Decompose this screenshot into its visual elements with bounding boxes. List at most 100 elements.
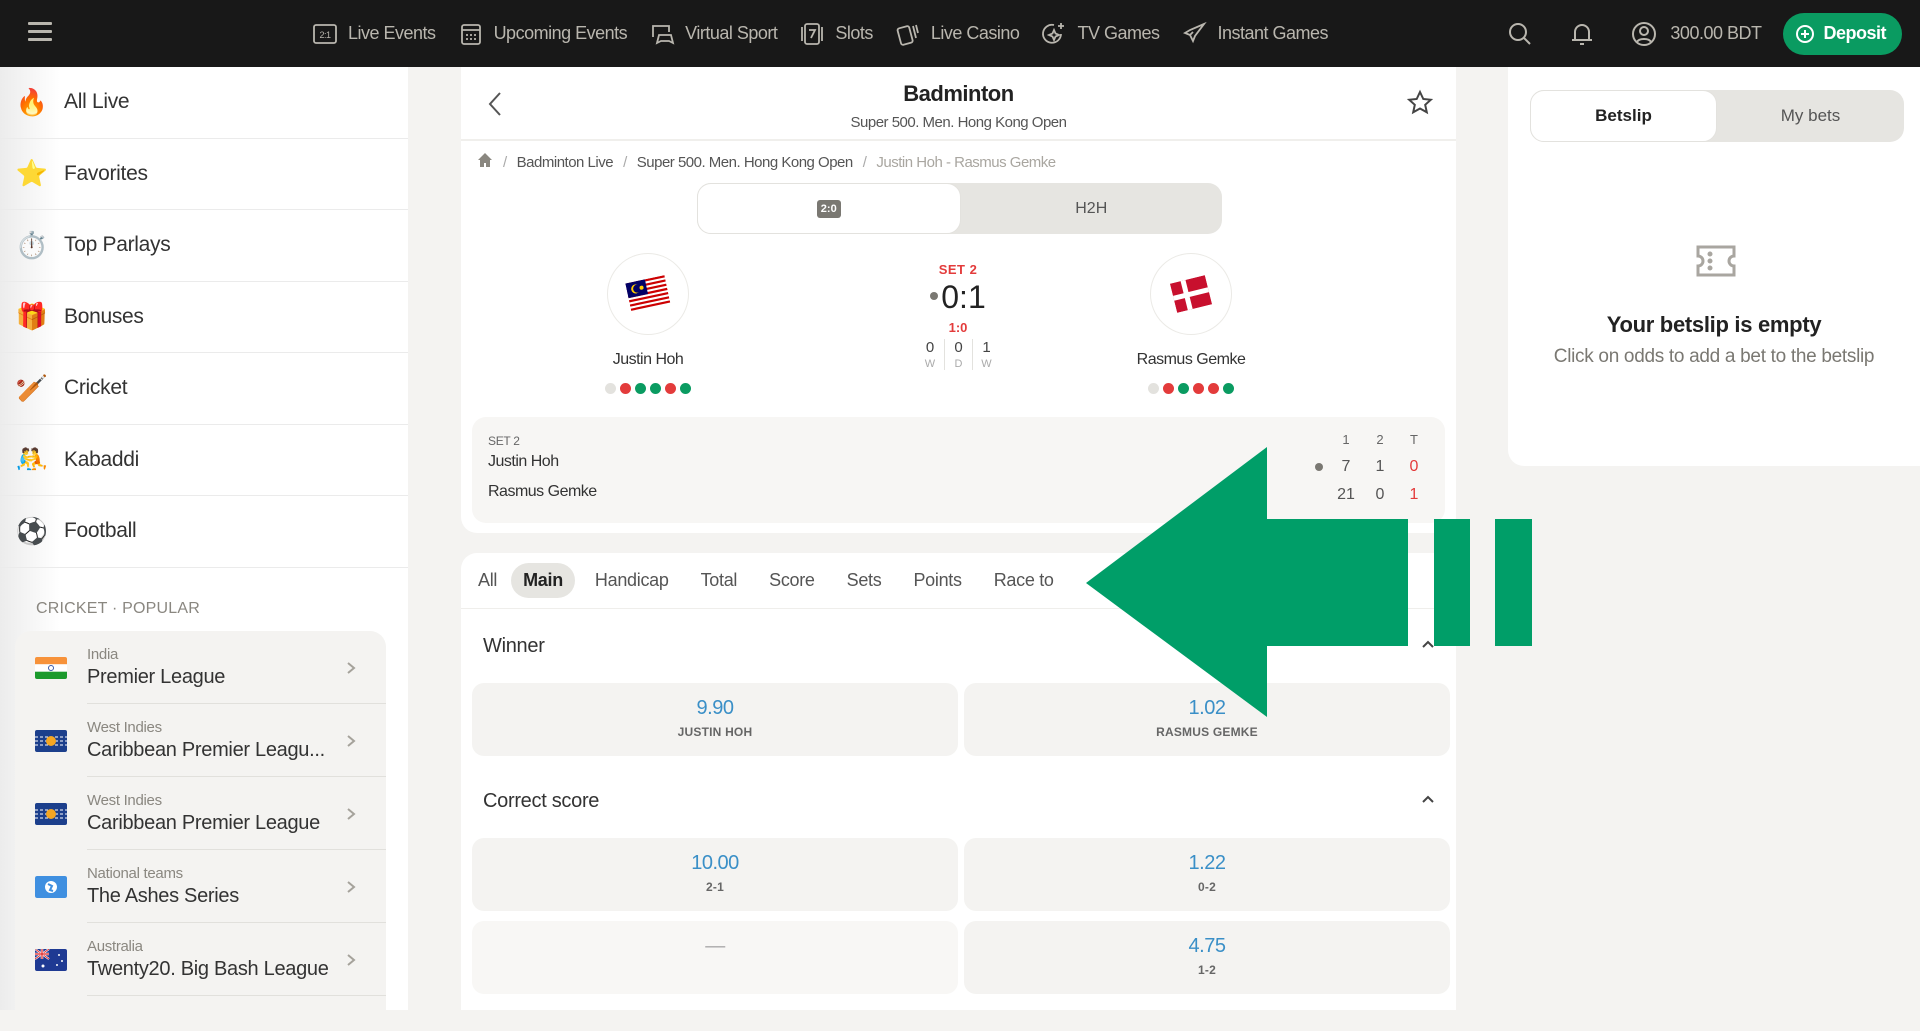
breadcrumb-item[interactable]: Super 500. Men. Hong Kong Open xyxy=(637,154,854,171)
odds-button[interactable]: 1.02 RASMUS GEMKE xyxy=(964,683,1450,756)
h2h-home-wins: 0W xyxy=(924,339,936,370)
home-form-dot-win xyxy=(650,383,661,394)
sidebar-item-favorites[interactable]: ⭐ Favorites xyxy=(0,139,408,210)
nav-tv-games[interactable]: TV Games xyxy=(1041,21,1160,47)
notifications-button[interactable] xyxy=(1568,20,1596,48)
league-name: Twenty20. Big Bash League xyxy=(87,958,329,980)
league-item[interactable]: National teams The Ashes Series xyxy=(15,850,386,923)
away-form-dot-loss xyxy=(1193,383,1204,394)
odds-button[interactable]: 1.22 0-2 xyxy=(964,838,1450,911)
sidebar-item-all-live[interactable]: 🔥 All Live xyxy=(0,67,408,139)
league-country: Australia xyxy=(87,938,143,955)
tournament-subtitle: Super 500. Men. Hong Kong Open xyxy=(850,114,1068,131)
tab-h2h[interactable]: H2H xyxy=(961,183,1223,234)
top-bar: 2:1 Live Events Upcoming Events Virtual … xyxy=(0,0,1920,67)
home-form xyxy=(528,383,768,394)
league-name: Caribbean Premier Leagu... xyxy=(87,739,325,761)
market-tab-main[interactable]: Main xyxy=(511,563,575,598)
match-panel: Badminton Super 500. Men. Hong Kong Open… xyxy=(461,67,1456,533)
chevron-right-icon xyxy=(344,953,358,967)
kabaddi-icon: 🤼 xyxy=(15,444,49,475)
odds-label: 1-2 xyxy=(1198,963,1216,977)
nav-label: Live Events xyxy=(348,23,436,43)
sidebar-item-label: Bonuses xyxy=(64,304,144,328)
betslip-tabs: Betslip My bets xyxy=(1530,90,1904,142)
nav-slots[interactable]: Slots xyxy=(799,21,873,47)
nav-upcoming-events[interactable]: Upcoming Events xyxy=(458,21,628,47)
sidebar-item-kabaddi[interactable]: 🤼 Kabaddi xyxy=(0,425,408,496)
score-center: SET 2 0:1 1:0 0W 0D 1W xyxy=(858,253,1058,370)
market-tab-score[interactable]: Score xyxy=(757,563,827,598)
market-tab-handicap[interactable]: Handicap xyxy=(583,563,681,598)
table-row: 7 1 0 xyxy=(1315,453,1431,481)
nav-virtual-sport[interactable]: Virtual Sport xyxy=(649,21,778,47)
table-row-home-name: Justin Hoh xyxy=(488,453,559,470)
chevron-up-icon[interactable] xyxy=(1420,636,1436,657)
sidebar-item-cricket[interactable]: 🏏 Cricket xyxy=(0,353,408,425)
chevron-up-icon[interactable] xyxy=(1420,791,1436,812)
sidebar-item-football[interactable]: ⚽ Football xyxy=(0,496,408,568)
hamburger-menu-button[interactable] xyxy=(28,22,52,42)
cards-icon xyxy=(895,21,921,47)
odds-button[interactable]: 9.90 JUSTIN HOH xyxy=(472,683,958,756)
market-tab-race-to[interactable]: Race to xyxy=(982,563,1066,598)
league-item[interactable]: West Indies Caribbean Premier Leagu... xyxy=(15,704,386,777)
table-row-away-name: Rasmus Gemke xyxy=(488,483,597,500)
sidebar-item-label: Football xyxy=(64,519,137,543)
deposit-button[interactable]: Deposit xyxy=(1783,12,1902,55)
svg-text:2:1: 2:1 xyxy=(319,30,331,40)
league-item[interactable]: India Premier League xyxy=(15,631,386,704)
nav-label: Live Casino xyxy=(930,23,1020,43)
market-tab-sets[interactable]: Sets xyxy=(835,563,894,598)
nav-live-casino[interactable]: Live Casino xyxy=(895,21,1020,47)
home-player-name: Justin Hoh xyxy=(612,351,684,368)
breadcrumb-item[interactable]: Badminton Live xyxy=(517,154,614,171)
home-icon[interactable] xyxy=(477,152,493,172)
away-player-name: Rasmus Gemke xyxy=(1136,351,1246,368)
sidebar-item-top-parlays[interactable]: ⏱️ Top Parlays xyxy=(0,210,408,282)
nav-label: Slots xyxy=(835,23,873,43)
tab-scoreboard[interactable]: 2:0 xyxy=(697,183,961,234)
period-label: SET 2 xyxy=(938,262,978,277)
odds-button[interactable]: 4.75 1-2 xyxy=(964,921,1450,994)
sparkle-icon xyxy=(1041,21,1067,47)
section-title: CRICKET · POPULAR xyxy=(36,599,201,617)
nav-live-events[interactable]: 2:1 Live Events xyxy=(312,21,436,47)
league-item[interactable]: West Indies Caribbean Premier League xyxy=(15,777,386,850)
market-tab-points[interactable]: Points xyxy=(901,563,973,598)
market-group-header[interactable]: Winner xyxy=(461,609,1456,683)
nav-instant-games[interactable]: Instant Games xyxy=(1181,21,1329,47)
table-row: 21 0 1 xyxy=(1337,486,1419,503)
sidebar-item-bonuses[interactable]: 🎁 Bonuses xyxy=(0,282,408,353)
fire-icon: 🔥 xyxy=(15,86,49,117)
odds-button[interactable]: 10.00 2-1 xyxy=(472,838,958,911)
search-button[interactable] xyxy=(1506,20,1534,48)
market-group-title: Correct score xyxy=(483,789,600,812)
away-form-dot-win xyxy=(1223,383,1234,394)
bell-icon xyxy=(1572,23,1593,45)
away-form xyxy=(1071,383,1311,394)
market-group: Winner 9.90 JUSTIN HOH 1.02 RASMUS GEMKE xyxy=(461,609,1456,756)
gamepad-icon xyxy=(649,21,675,47)
market-tab-all[interactable]: All xyxy=(476,563,509,598)
odds-value: 9.90 xyxy=(696,697,734,719)
market-tab-total[interactable]: Total xyxy=(689,563,750,598)
balance-amount: 300.00 BDT xyxy=(1670,23,1762,43)
west-indies-flag-icon xyxy=(35,802,67,825)
slot-seven-icon xyxy=(799,21,825,47)
breadcrumb-current: Justin Hoh - Rasmus Gemke xyxy=(876,153,1056,171)
tab-my-bets[interactable]: My bets xyxy=(1717,90,1904,142)
globe-flag-icon xyxy=(35,875,67,898)
home-form-dot-loss xyxy=(665,383,676,394)
away-form-dot-win xyxy=(1178,383,1189,394)
league-item[interactable]: Australia Twenty20. Big Bash League xyxy=(15,923,386,996)
tab-betslip[interactable]: Betslip xyxy=(1530,90,1717,142)
chevron-right-icon xyxy=(344,880,358,894)
market-group-header[interactable]: Correct score xyxy=(461,764,1456,838)
favorite-button[interactable] xyxy=(1406,89,1434,117)
market-group-title: Winner xyxy=(483,634,545,657)
back-button[interactable] xyxy=(483,89,507,119)
account-balance[interactable]: 300.00 BDT xyxy=(1630,20,1762,48)
serve-indicator xyxy=(1315,463,1323,471)
league-country: National teams xyxy=(87,865,183,882)
